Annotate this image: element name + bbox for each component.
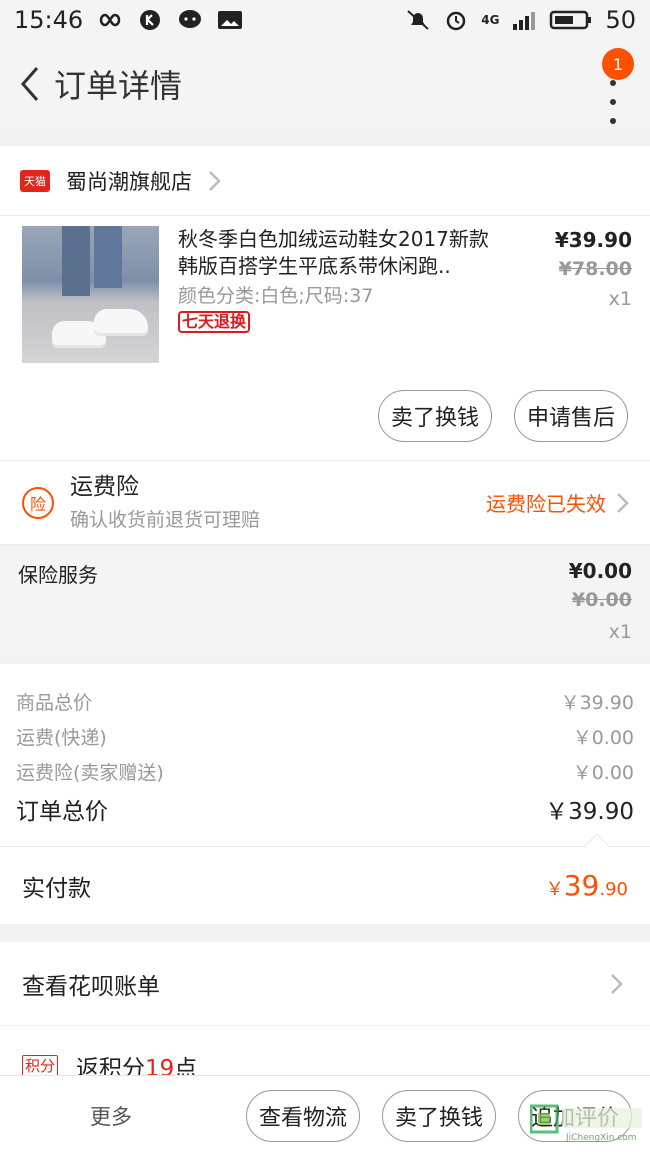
actual-payment-amount: ￥39.90 — [546, 869, 628, 902]
chevron-right-icon — [611, 973, 623, 994]
status-time: 15:46 — [14, 6, 84, 34]
item-spec: 颜色分类:白色;尺码:37 — [178, 285, 374, 307]
service-original-price: ¥0.00 — [571, 589, 632, 611]
order-total: 订单总价 ￥39.90 — [16, 789, 634, 829]
summary-line: 运费(快递) ￥0.00 — [16, 719, 634, 754]
service-label: 保险服务 — [18, 563, 98, 587]
item-price: ¥39.90 — [554, 228, 632, 252]
insurance-service: 保险服务 ¥0.00 ¥0.00 x1 — [0, 544, 650, 654]
chevron-right-icon — [617, 492, 629, 513]
chevron-left-icon — [21, 67, 39, 101]
points-badge: 积分 — [22, 1055, 59, 1077]
signal-icon — [513, 12, 536, 30]
view-logistics-button[interactable]: 查看物流 — [245, 1089, 360, 1142]
wechat-icon — [179, 10, 202, 28]
order-total-label: 订单总价 — [16, 799, 108, 825]
return-tag: 七天退换 — [178, 311, 251, 333]
summary-value: ￥39.90 — [560, 692, 634, 714]
watermark-logo: JiChengXin.com — [530, 1104, 642, 1143]
jeans-right — [94, 226, 122, 288]
insurance-subtitle: 确认收货前退货可理赔 — [70, 509, 261, 531]
amount-integer: 39 — [563, 869, 600, 902]
summary-label: 运费(快递) — [16, 727, 107, 749]
status-bar: 15:46 4G 50 — [0, 0, 650, 40]
summary-label: 商品总价 — [16, 692, 93, 714]
summary-label: 运费险(卖家赠送) — [16, 762, 164, 784]
order-item: 秋冬季白色加绒运动鞋女2017新款韩版百搭学生平底系带休闲跑.. 颜色分类:白色… — [0, 216, 650, 460]
summary-value: ￥0.00 — [572, 727, 634, 749]
shipping-insurance-row[interactable]: 险 运费险 确认收货前退货可理赔 运费险已失效 — [0, 460, 650, 544]
insurance-title: 运费险 — [70, 474, 139, 500]
order-total-value: ￥39.90 — [545, 799, 634, 825]
product-image[interactable] — [22, 226, 159, 363]
after-sale-button[interactable]: 申请售后 — [513, 390, 628, 442]
summary-line: 商品总价 ￥39.90 — [16, 684, 634, 719]
k-app-icon — [140, 10, 161, 30]
back-button[interactable] — [12, 59, 48, 109]
more-button[interactable]: 更多 — [90, 1101, 132, 1131]
actual-payment: 实付款 ￥39.90 — [0, 833, 650, 924]
insurance-icon: 险 — [22, 486, 54, 519]
more-menu-button[interactable] — [606, 80, 620, 124]
item-title[interactable]: 秋冬季白色加绒运动鞋女2017新款韩版百搭学生平底系带休闲跑.. — [178, 226, 508, 280]
nav-bar: 订单详情 1 — [0, 40, 650, 128]
network-type: 4G — [481, 13, 500, 27]
huabei-bill-row[interactable]: 查看花呗账单 — [0, 942, 650, 1026]
page-title: 订单详情 — [54, 67, 183, 105]
tmall-icon: 天猫 — [20, 169, 50, 192]
summary-value: ￥0.00 — [572, 762, 634, 784]
item-actions: 卖了换钱 申请售后 — [377, 390, 628, 442]
battery-level: 50 — [605, 6, 636, 34]
image-icon — [218, 11, 243, 29]
amount-decimal: .90 — [599, 879, 628, 900]
price-summary: 商品总价 ￥39.90 运费(快递) ￥0.00 运费险(卖家赠送) ￥0.00… — [0, 664, 650, 846]
mute-bell-icon — [407, 10, 429, 30]
notification-badge: 1 — [602, 48, 634, 80]
service-quantity: x1 — [608, 621, 632, 643]
sell-button[interactable]: 卖了换钱 — [381, 1089, 496, 1142]
alarm-icon — [447, 11, 466, 31]
svg-text:JiChengXin.com: JiChengXin.com — [565, 1133, 637, 1143]
actual-payment-label: 实付款 — [22, 875, 91, 902]
infinity-icon — [99, 13, 121, 27]
item-original-price: ¥78.00 — [558, 258, 632, 280]
jeans-left — [62, 226, 90, 296]
shoe-right — [94, 309, 148, 333]
summary-line: 运费险(卖家赠送) ￥0.00 — [16, 754, 634, 789]
battery-icon — [550, 10, 592, 30]
service-price: ¥0.00 — [568, 559, 632, 583]
shop-row[interactable]: 天猫 蜀尚潮旗舰店 — [0, 146, 650, 216]
currency-symbol: ￥ — [545, 879, 564, 900]
item-quantity: x1 — [608, 288, 632, 310]
shop-name: 蜀尚潮旗舰店 — [66, 169, 192, 194]
huabei-label: 查看花呗账单 — [22, 973, 160, 1000]
sell-button[interactable]: 卖了换钱 — [377, 390, 492, 442]
chevron-right-icon — [209, 170, 221, 191]
insurance-status: 运费险已失效 — [486, 492, 606, 516]
